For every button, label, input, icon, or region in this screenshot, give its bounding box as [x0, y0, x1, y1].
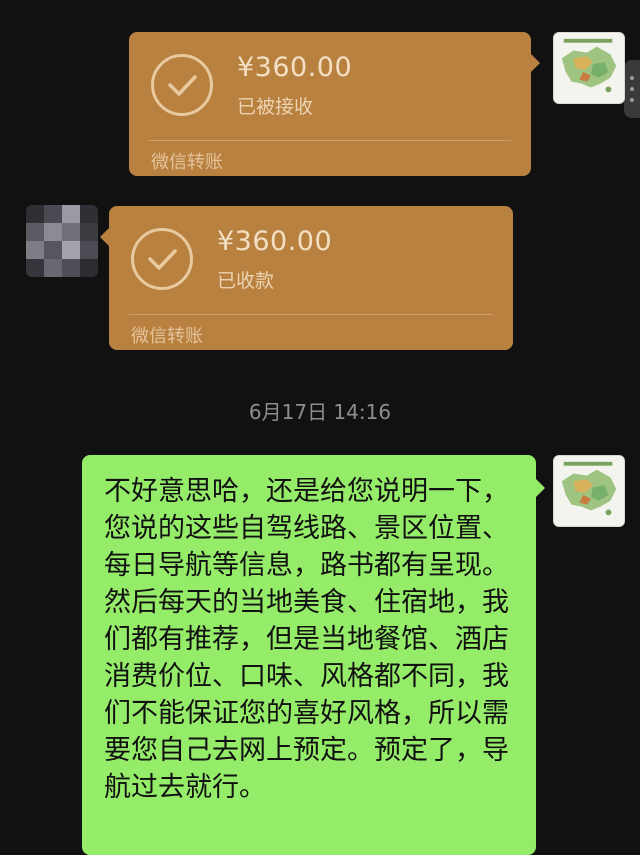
check-circle-icon [151, 54, 213, 116]
transfer-footer: 微信转账 [151, 152, 223, 173]
check-circle-icon [131, 228, 193, 290]
divider [149, 140, 511, 141]
sender-avatar-map[interactable] [553, 455, 625, 527]
sender-avatar-map[interactable] [553, 32, 625, 104]
scroll-handle[interactable] [624, 60, 640, 118]
dot-icon [630, 87, 634, 91]
message-timestamp: 6月17日 14:16 [248, 400, 392, 424]
transfer-footer: 微信转账 [131, 326, 203, 347]
dot-icon [630, 98, 634, 102]
transfer-amount: ¥360.00 [217, 226, 333, 257]
map-icon [554, 33, 624, 103]
message-text: 不好意思哈，还是给您说明一下，您说的这些自驾线路、景区位置、每日导航等信息，路书… [104, 476, 509, 803]
dot-icon [630, 76, 634, 80]
transfer-amount: ¥360.00 [237, 52, 353, 83]
transfer-status: 已被接收 [237, 96, 314, 118]
contact-avatar[interactable] [26, 205, 98, 277]
transfer-card-sent[interactable]: ¥360.00 已被接收 微信转账 [129, 32, 540, 176]
transfer-card-received[interactable]: ¥360.00 已收款 微信转账 [100, 206, 513, 350]
map-icon [554, 456, 624, 526]
divider [129, 314, 493, 315]
text-message-bubble[interactable]: 不好意思哈，还是给您说明一下，您说的这些自驾线路、景区位置、每日导航等信息，路书… [82, 455, 545, 855]
transfer-status: 已收款 [217, 270, 275, 292]
